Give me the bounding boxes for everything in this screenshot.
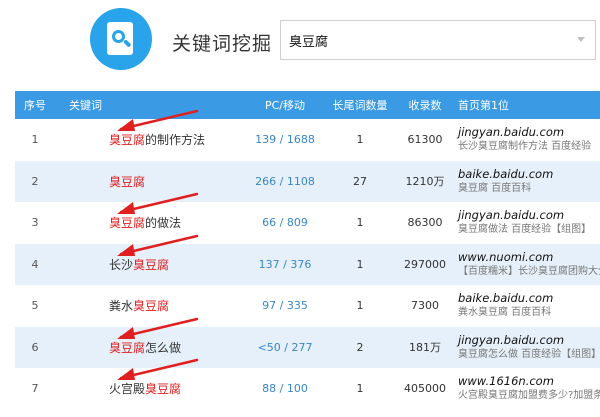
col-header-pc-mobile[interactable]: PC/移动 [245, 91, 325, 119]
result-domain[interactable]: jingyan.baidu.com [458, 208, 600, 223]
row-index: 6 [31, 340, 39, 354]
table-row: 6 臭豆腐怎么做 <50 / 277 2 181万 jingyan.baidu.com 臭豆… [15, 317, 600, 369]
result-domain[interactable]: jingyan.baidu.com [458, 333, 600, 348]
longtail-count: 27 [353, 174, 367, 188]
longtail-count: 1 [356, 257, 364, 271]
pc-mobile-value[interactable]: 97 / 335 [245, 285, 325, 327]
indexed-count: 86300 [407, 216, 443, 230]
keyword-cell[interactable]: 臭豆腐怎么做 [55, 317, 245, 369]
pc-mobile-value[interactable]: 266 / 1108 [245, 161, 325, 203]
table-row: 4 长沙臭豆腐 137 / 376 1 297000 www.nuomi.com 【百度糯米… [15, 234, 600, 286]
result-domain[interactable]: baike.baidu.com [458, 291, 600, 306]
row-index: 5 [31, 299, 39, 313]
top-result-cell[interactable]: www.nuomi.com【百度糯米】长沙臭豆腐团购大全... [455, 244, 600, 286]
pc-mobile-value[interactable]: 66 / 809 [245, 202, 325, 244]
result-snippet: 【百度糯米】长沙臭豆腐团购大全... [458, 265, 600, 277]
keyword-suffix: 怎么做 [145, 340, 182, 355]
keyword-highlight: 臭豆腐 [109, 340, 146, 355]
longtail-count: 2 [356, 340, 364, 354]
longtail-count: 1 [356, 382, 364, 396]
indexed-count: 7300 [411, 299, 439, 313]
col-header-index[interactable]: 序号 [15, 91, 55, 119]
table-row: 5 粪水臭豆腐 97 / 335 1 7300 baike.baidu.com 粪水臭豆腐 … [15, 285, 600, 327]
keyword-highlight: 臭豆腐 [133, 299, 170, 314]
search-document-icon [90, 8, 152, 70]
keyword-prefix: 火宫殿 [109, 382, 146, 397]
keyword-highlight: 臭豆腐 [145, 382, 182, 397]
pc-mobile-value[interactable]: 88 / 100 [245, 368, 325, 410]
row-index: 1 [31, 133, 39, 147]
keyword-highlight: 臭豆腐 [109, 216, 146, 231]
table-row: 2 臭豆腐 266 / 1108 27 1210万 baike.baidu.com 臭豆腐 … [15, 160, 600, 203]
row-index: 3 [31, 216, 39, 230]
result-domain[interactable]: www.nuomi.com [458, 250, 600, 265]
keyword-cell[interactable]: 臭豆腐的制作方法 [55, 109, 245, 161]
keyword-prefix: 长沙 [109, 257, 134, 272]
keyword-suffix: 的制作方法 [145, 133, 206, 148]
top-result-cell[interactable]: jingyan.baidu.com 长沙臭豆腐制作方法 百度经验 [455, 119, 600, 161]
result-snippet: 粪水臭豆腐 百度百科 [458, 307, 552, 319]
keyword-input[interactable] [289, 31, 559, 49]
col-header-top-result[interactable]: 首页第1位 [455, 91, 600, 119]
top-result-cell[interactable]: www.1616n.com 火宫殿臭豆腐加盟费多少?加盟条... [455, 368, 600, 410]
result-snippet: 长沙臭豆腐制作方法 百度经验 [458, 141, 592, 153]
indexed-count: 1210万 [405, 175, 445, 189]
table-header-row: 序号 关键词 PC/移动 长尾词数量 收录数 首页第1位 [15, 91, 600, 119]
chevron-down-icon[interactable] [577, 37, 585, 42]
keyword-highlight: 臭豆腐 [133, 257, 170, 272]
pc-mobile-value[interactable]: <50 / 277 [245, 327, 325, 369]
longtail-count: 1 [356, 299, 364, 313]
header: 关键词挖掘 [0, 0, 600, 88]
top-result-cell[interactable]: baike.baidu.com 臭豆腐 百度百科 [455, 161, 600, 203]
longtail-count: 1 [356, 216, 364, 230]
result-domain[interactable]: baike.baidu.com [458, 167, 600, 182]
longtail-count: 1 [356, 133, 364, 147]
result-domain[interactable]: www.1616n.com [458, 374, 600, 389]
result-snippet: 火宫殿臭豆腐加盟费多少?加盟条... [458, 390, 600, 402]
result-domain[interactable]: jingyan.baidu.com [458, 125, 600, 140]
row-index: 2 [31, 174, 39, 188]
top-result-cell[interactable]: jingyan.baidu.com 臭豆腐做法 百度经验【组图】 [455, 202, 600, 244]
pc-mobile-value[interactable]: 137 / 376 [245, 244, 325, 286]
keyword-suffix: 的做法 [145, 216, 182, 231]
table-row: 1 臭豆腐的制作方法 139 / 1688 1 61300 jingyan.baidu.c… [15, 109, 600, 161]
table-row: 7 火宫殿臭豆腐 88 / 100 1 405000 www.1616n.com 火宫殿臭豆… [15, 358, 600, 410]
table-row: 3 臭豆腐的做法 66 / 809 1 86300 jingyan.baidu.com 臭豆… [15, 192, 600, 244]
keyword-cell[interactable]: 长沙臭豆腐 [55, 234, 245, 286]
keyword-highlight: 臭豆腐 [109, 174, 146, 189]
keyword-cell[interactable]: 火宫殿臭豆腐 [55, 358, 245, 410]
row-index: 4 [31, 257, 39, 271]
keyword-cell[interactable]: 臭豆腐的做法 [55, 192, 245, 244]
keyword-prefix: 粪水 [109, 299, 134, 314]
result-snippet: 臭豆腐做法 百度经验【组图】 [458, 224, 592, 236]
keyword-highlight: 臭豆腐 [109, 133, 146, 148]
keyword-select[interactable] [280, 20, 596, 60]
top-result-cell[interactable]: baike.baidu.com 粪水臭豆腐 百度百科 [455, 285, 600, 327]
col-header-indexed[interactable]: 收录数 [395, 91, 455, 119]
result-snippet: 臭豆腐 百度百科 [458, 182, 532, 194]
indexed-count: 405000 [404, 382, 446, 396]
keyword-table: 序号 关键词 PC/移动 长尾词数量 收录数 首页第1位 1 臭豆腐的制作方法 13… [15, 91, 600, 410]
page-title: 关键词挖掘 [172, 33, 273, 55]
col-header-longtail[interactable]: 长尾词数量 [325, 91, 395, 119]
result-snippet: 臭豆腐怎么做 百度经验【组图】 [458, 348, 600, 360]
keyword-cell[interactable]: 臭豆腐 [55, 161, 245, 203]
col-header-keyword[interactable]: 关键词 [55, 91, 245, 119]
indexed-count: 297000 [404, 257, 446, 271]
keyword-cell[interactable]: 粪水臭豆腐 [55, 285, 245, 327]
row-index: 7 [31, 382, 39, 396]
top-result-cell[interactable]: jingyan.baidu.com 臭豆腐怎么做 百度经验【组图】 [455, 327, 600, 369]
indexed-count: 181万 [409, 341, 441, 355]
indexed-count: 61300 [407, 133, 443, 147]
pc-mobile-value[interactable]: 139 / 1688 [245, 119, 325, 161]
